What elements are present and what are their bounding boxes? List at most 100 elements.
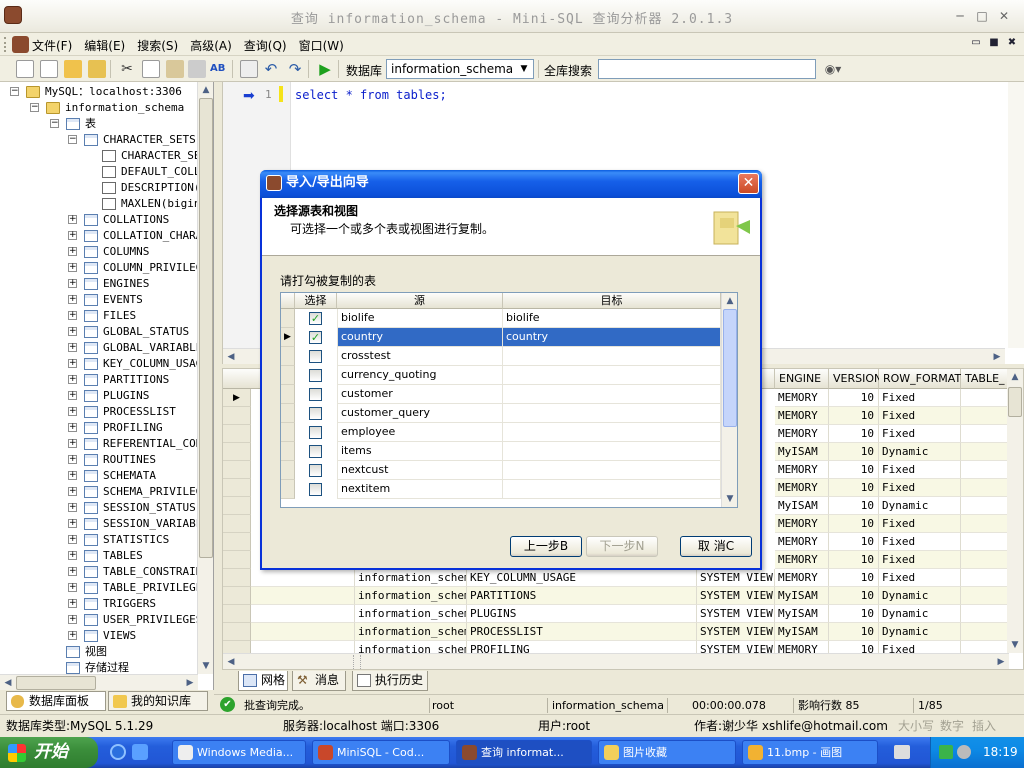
grid-cell[interactable] [961, 479, 1009, 497]
grid-cell[interactable]: MyISAM [775, 623, 829, 641]
chevron-down-icon[interactable]: ▼ [517, 62, 531, 76]
row-indicator[interactable] [223, 497, 251, 515]
ie-icon[interactable] [110, 744, 126, 760]
taskbar-btn-minisql[interactable]: MiniSQL - Cod... [312, 740, 450, 765]
expand-icon[interactable]: + [68, 519, 77, 528]
close-icon[interactable]: ✕ [996, 8, 1012, 24]
row-indicator[interactable] [223, 407, 251, 425]
grid-cell[interactable] [961, 425, 1009, 443]
grid-cell[interactable]: MyISAM [775, 587, 829, 605]
undo-icon[interactable]: ↶ [262, 60, 280, 78]
row-indicator[interactable] [223, 623, 251, 641]
grid-header-cell[interactable]: TABLE_ [961, 369, 1009, 389]
grid-cell[interactable]: Fixed [879, 461, 961, 479]
grid-cell[interactable]: MEMORY [775, 515, 829, 533]
start-button[interactable]: 开始 [0, 737, 98, 768]
dialog-title-bar[interactable]: 导入/导出向导 ✕ [260, 170, 762, 198]
expand-icon[interactable]: + [68, 359, 77, 368]
source-table-cell[interactable]: items [337, 442, 503, 461]
tree-table[interactable]: + ENGINES [0, 276, 198, 292]
scroll-down-icon[interactable]: ▼ [722, 491, 737, 507]
scroll-up-icon[interactable]: ▲ [1007, 369, 1023, 385]
grid-cell[interactable]: Dynamic [879, 587, 961, 605]
tab-database-panel[interactable]: 数据库面板 [6, 691, 106, 711]
collapse-icon[interactable]: − [30, 103, 39, 112]
expand-icon[interactable]: + [68, 391, 77, 400]
grid-cell[interactable]: 10 [829, 425, 879, 443]
row-checkbox[interactable]: ✓ [309, 331, 322, 344]
tree-column[interactable]: MAXLEN(bigin [0, 196, 200, 212]
tab-messages[interactable]: ⚒ 消息 [292, 671, 346, 691]
tree-views[interactable]: 视图 [0, 644, 198, 660]
dialog-table-row[interactable]: customer [281, 385, 721, 404]
dialog-table-row[interactable]: nextitem [281, 480, 721, 499]
grid-cell[interactable]: SYSTEM VIEW [697, 605, 775, 623]
new-file-icon[interactable] [16, 60, 34, 78]
grid-cell[interactable] [251, 569, 355, 587]
grid-cell[interactable]: 10 [829, 389, 879, 407]
target-table-cell[interactable] [503, 480, 721, 499]
row-checkbox[interactable] [309, 350, 322, 363]
expand-icon[interactable]: + [68, 311, 77, 320]
tree-table[interactable]: − CHARACTER_SETS [0, 132, 198, 148]
scroll-left-icon[interactable]: ◀ [223, 349, 239, 365]
spellcheck-icon[interactable]: AB [210, 60, 228, 78]
row-checkbox[interactable] [309, 445, 322, 458]
dialog-table-row[interactable]: nextcust [281, 461, 721, 480]
expand-icon[interactable]: + [68, 423, 77, 432]
row-checkbox[interactable] [309, 369, 322, 382]
menu-item[interactable]: 查询(Q) [244, 37, 287, 54]
tree-table[interactable]: + ROUTINES [0, 452, 198, 468]
dialog-close-button[interactable]: ✕ [738, 173, 759, 194]
tree-table[interactable]: + EVENTS [0, 292, 198, 308]
menu-item[interactable]: 文件(F) [32, 37, 72, 54]
grid-cell[interactable]: PLUGINS [467, 605, 697, 623]
expand-icon[interactable]: + [68, 231, 77, 240]
minimize-icon[interactable]: ─ [952, 8, 968, 24]
grid-cell[interactable]: Fixed [879, 515, 961, 533]
expand-icon[interactable]: + [68, 439, 77, 448]
scroll-right-icon[interactable]: ▶ [989, 349, 1005, 365]
grid-scroll-thumb[interactable] [1008, 387, 1022, 417]
expand-icon[interactable]: + [68, 407, 77, 416]
grid-cell[interactable]: 10 [829, 515, 879, 533]
open-folder-icon[interactable] [88, 60, 106, 78]
prev-step-button[interactable]: 上一步B [510, 536, 582, 557]
grid-cell[interactable]: 10 [829, 461, 879, 479]
dialog-table-row[interactable]: crosstest [281, 347, 721, 366]
edit-icon[interactable] [64, 60, 82, 78]
tree-table[interactable]: + COLUMN_PRIVILEGE [0, 260, 209, 276]
menu-item[interactable]: 编辑(E) [84, 37, 125, 54]
dialog-table-row[interactable]: ✓ biolife biolife [281, 309, 721, 328]
tree-table[interactable]: + VIEWS [0, 628, 198, 644]
grid-cell[interactable] [961, 569, 1009, 587]
target-table-cell[interactable]: country [503, 328, 721, 347]
grid-cell[interactable]: Dynamic [879, 497, 961, 515]
execute-icon[interactable]: ▶ [316, 60, 334, 78]
global-search-input[interactable] [598, 59, 816, 79]
grid-cell[interactable]: 10 [829, 551, 879, 569]
network-icon[interactable] [939, 745, 953, 759]
row-checkbox[interactable] [309, 483, 322, 496]
grid-cell[interactable]: SYSTEM VIEW [697, 569, 775, 587]
grid-cell[interactable]: MEMORY [775, 389, 829, 407]
scroll-left-icon[interactable]: ◀ [223, 654, 239, 670]
row-checkbox[interactable] [309, 388, 322, 401]
collapse-icon[interactable]: − [50, 119, 59, 128]
dialog-table-row[interactable]: ▶ ✓ country country [281, 328, 721, 347]
tree-schema[interactable]: − information_schema [0, 100, 198, 116]
document-icon[interactable] [12, 36, 29, 53]
dialog-scroll-thumb[interactable] [723, 309, 737, 427]
grid-cell[interactable]: MEMORY [775, 461, 829, 479]
tree-table[interactable]: + TABLE_PRIVILEGES [0, 580, 209, 596]
mdi-restore-icon[interactable]: ▭ [970, 37, 982, 49]
grid-cell[interactable] [961, 533, 1009, 551]
grid-cell[interactable] [251, 587, 355, 605]
grid-cell[interactable]: KEY_COLUMN_USAGE [467, 569, 697, 587]
target-table-cell[interactable] [503, 385, 721, 404]
tree-root[interactable]: − MySQL：localhost:3306 [0, 84, 198, 100]
grid-cell[interactable]: PROCESSLIST [467, 623, 697, 641]
mdi-close-icon[interactable]: ✖ [1006, 37, 1018, 49]
scroll-right-icon[interactable]: ▶ [993, 654, 1009, 670]
eye-search-icon[interactable]: ◉▾ [818, 60, 848, 78]
